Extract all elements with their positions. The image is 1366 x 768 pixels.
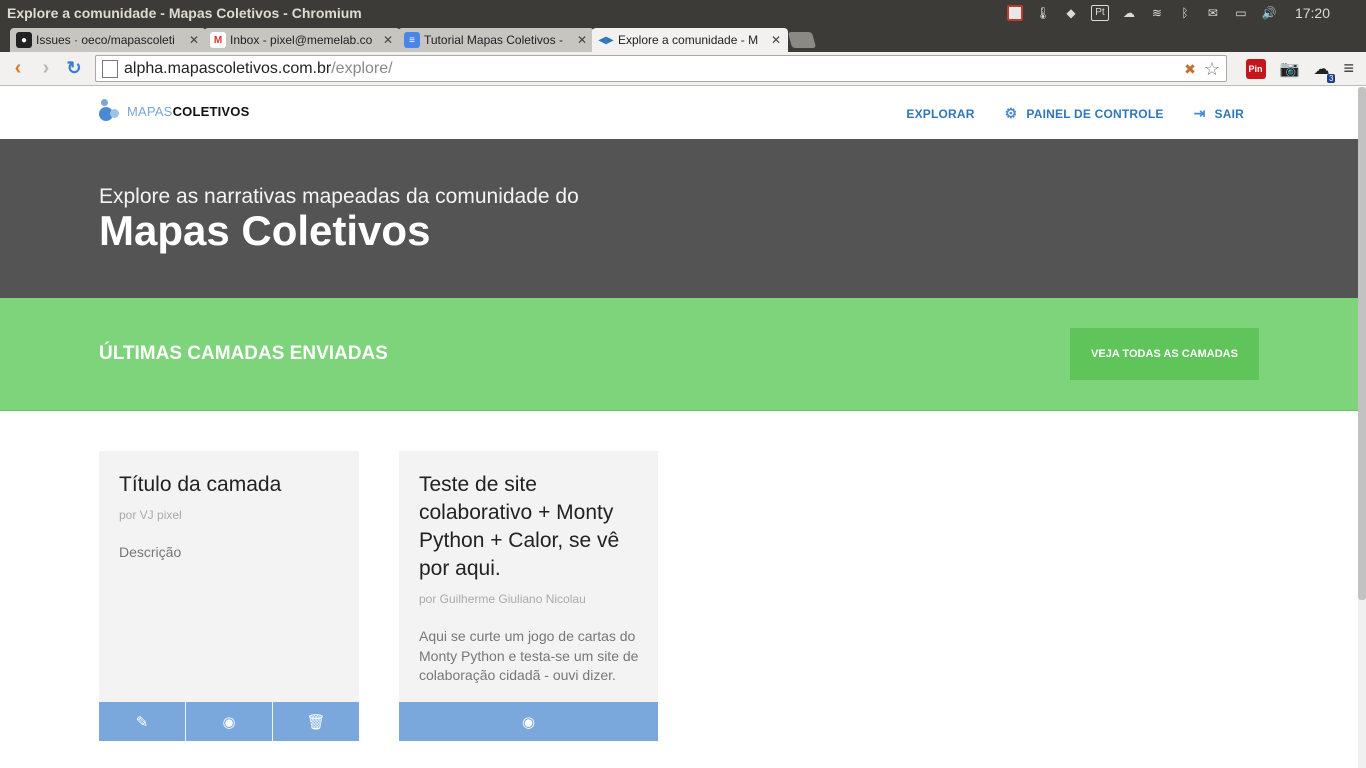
nav-label: SAIR (1214, 106, 1244, 121)
page-scrollbar[interactable] (1358, 87, 1366, 768)
mapas-icon: ◀▶ (598, 34, 614, 46)
url-host: alpha.mapascoletivos.com.br (124, 59, 332, 77)
tab-inbox[interactable]: M Inbox - pixel@memelab.co ✕ (204, 28, 400, 52)
nav-sair[interactable]: ⇥ SAIR (1194, 105, 1244, 122)
address-bar[interactable]: alpha.mapascoletivos.com.br /explore/ ✖ … (95, 55, 1227, 82)
nav-explorar[interactable]: EXPLORAR (906, 107, 974, 121)
tab-title: Inbox - pixel@memelab.co (230, 33, 373, 47)
tab-strip: ● Issues · oeco/mapascoleti ✕ M Inbox - … (0, 25, 1366, 52)
pt-indicator[interactable]: Pt (1090, 4, 1109, 21)
pencil-icon: ✎ (135, 713, 149, 731)
reload-button[interactable]: ↻ (60, 55, 88, 83)
hero-section: Explore as narrativas mapeadas da comuni… (0, 139, 1358, 298)
back-button[interactable]: ‹ (4, 55, 32, 83)
mail-icon[interactable]: ✉ (1205, 5, 1221, 21)
tab-tutorial[interactable]: ≡ Tutorial Mapas Coletivos - ✕ (398, 28, 594, 52)
layer-card[interactable]: Título da camada por VJ pixel Descrição … (99, 451, 359, 741)
new-tab-button[interactable] (787, 32, 817, 48)
site-header: MAPAS COLETIVOS EXPLORAR ⚙ PAINEL DE CON… (0, 87, 1358, 139)
thermometer-icon[interactable]: 🌡 (1035, 5, 1051, 21)
star-icon[interactable]: ☆ (1204, 59, 1220, 80)
see-all-layers-button[interactable]: VEJA TODAS AS CAMADAS (1070, 328, 1259, 380)
card-author: por VJ pixel (119, 508, 182, 522)
menu-icon[interactable]: ≡ (1343, 58, 1354, 79)
clock[interactable]: 17:20 (1295, 5, 1330, 21)
tab-issues[interactable]: ● Issues · oeco/mapascoleti ✕ (10, 28, 206, 52)
page-content: MAPAS COLETIVOS EXPLORAR ⚙ PAINEL DE CON… (0, 87, 1358, 768)
logo-text-bold: COLETIVOS (172, 103, 250, 119)
cookie-blocked-icon[interactable]: ✖ (1184, 61, 1196, 78)
card-title[interactable]: Título da camada (119, 471, 341, 499)
eye-icon: ◉ (521, 713, 536, 731)
sign-out-icon: ⇥ (1193, 105, 1206, 121)
extensions: Pin 📷 ☁ 3 ≡ (1245, 58, 1354, 83)
close-icon[interactable]: ✕ (770, 33, 782, 47)
cloud-sync-icon[interactable]: ☁ (1121, 5, 1137, 21)
window-title: Explore a comunidade - Mapas Coletivos -… (7, 4, 362, 21)
latest-layers-band: ÚLTIMAS CAMADAS ENVIADAS VEJA TODAS AS C… (0, 298, 1358, 411)
cloud-extension-icon[interactable]: ☁ 3 (1313, 59, 1336, 83)
tab-title: Issues · oeco/mapascoleti (36, 33, 175, 47)
eye-icon: ◉ (222, 713, 236, 731)
page-icon (102, 59, 118, 78)
camera-icon[interactable]: 📷 (1280, 59, 1300, 79)
view-button[interactable]: ◉ (186, 702, 272, 741)
card-description: Descrição (119, 544, 182, 560)
wifi-icon[interactable]: ≋ (1149, 5, 1165, 21)
os-top-bar: Explore a comunidade - Mapas Coletivos -… (0, 0, 1366, 25)
dropbox-icon[interactable]: ◆ (1063, 5, 1079, 21)
close-icon[interactable]: ✕ (188, 33, 200, 47)
tab-explore[interactable]: ◀▶ Explore a comunidade - M ✕ (592, 28, 788, 52)
site-nav: EXPLORAR ⚙ PAINEL DE CONTROLE ⇥ SAIR (906, 105, 1244, 122)
url-path: /explore/ (331, 59, 393, 77)
delete-button[interactable]: 🗑 (273, 702, 359, 741)
close-icon[interactable]: ✕ (382, 33, 394, 47)
system-tray: 🌡 ◆ Pt ☁ ≋ ᛒ ✉ ▭ 🔊 17:20 (1006, 4, 1366, 21)
nav-label: PAINEL DE CONTROLE (1026, 106, 1164, 121)
layer-card[interactable]: Teste de site colaborativo + Monty Pytho… (399, 451, 658, 741)
omnibox-actions: ✖ ☆ (1184, 59, 1220, 80)
pinterest-icon[interactable]: Pin (1245, 58, 1266, 79)
card-description: Aqui se curte um jogo de cartas do Monty… (419, 628, 639, 683)
card-title[interactable]: Teste de site colaborativo + Monty Pytho… (419, 471, 640, 583)
card-actions: ◉ (399, 702, 658, 741)
trash-icon: 🗑 (306, 713, 326, 731)
github-icon: ● (16, 32, 32, 48)
forward-button[interactable]: › (32, 55, 60, 83)
gmail-icon: M (210, 32, 226, 48)
gear-icon: ⚙ (1004, 105, 1018, 121)
hero-title: Mapas Coletivos (99, 207, 431, 254)
mail-notifier-icon[interactable] (1006, 4, 1023, 21)
card-actions: ✎ ◉ 🗑 (99, 702, 359, 741)
hero-subtitle: Explore as narrativas mapeadas da comuni… (99, 185, 579, 208)
bluetooth-icon[interactable]: ᛒ (1177, 5, 1193, 21)
battery-icon[interactable]: ▭ (1233, 5, 1249, 21)
logo-text-light: MAPAS (127, 103, 173, 119)
docs-icon: ≡ (404, 32, 420, 48)
scroll-thumb[interactable] (1358, 87, 1366, 600)
tab-title: Explore a comunidade - M (618, 33, 759, 47)
nav-painel-de-controle[interactable]: ⚙ PAINEL DE CONTROLE (1005, 105, 1164, 122)
volume-icon[interactable]: 🔊 (1261, 5, 1277, 21)
card-author: por Guilherme Giuliano Nicolau (419, 592, 586, 606)
close-icon[interactable]: ✕ (576, 33, 588, 47)
edit-button[interactable]: ✎ (99, 702, 185, 741)
view-button[interactable]: ◉ (399, 702, 658, 741)
tab-title: Tutorial Mapas Coletivos - (424, 33, 563, 47)
extension-badge: 3 (1327, 73, 1336, 83)
site-logo[interactable]: MAPAS COLETIVOS (99, 99, 249, 123)
browser-toolbar: ‹ › ↻ alpha.mapascoletivos.com.br /explo… (0, 52, 1366, 86)
band-title: ÚLTIMAS CAMADAS ENVIADAS (99, 343, 388, 364)
nav-label: EXPLORAR (906, 106, 975, 121)
logo-bubbles-icon (99, 99, 121, 123)
